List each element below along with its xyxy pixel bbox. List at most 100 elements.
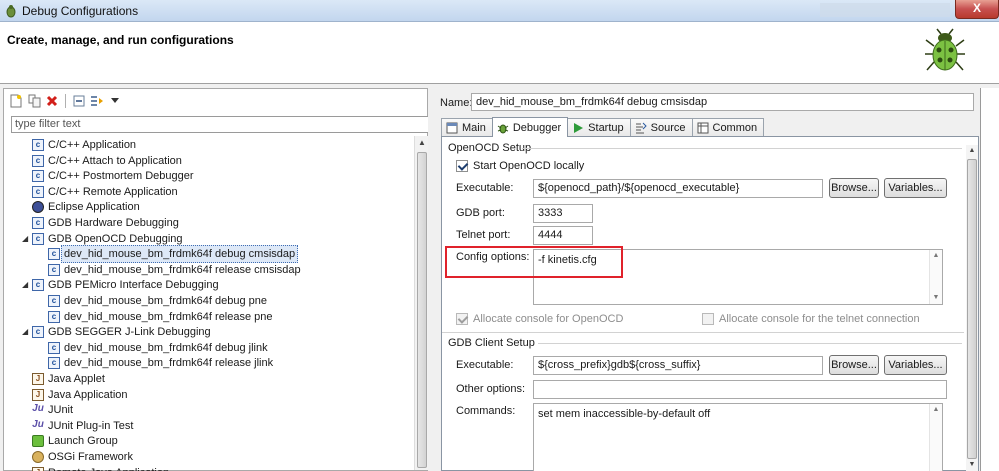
- expand-arrow-icon[interactable]: ◢: [22, 231, 32, 247]
- scroll-up-arrow-icon[interactable]: ▲: [930, 404, 942, 416]
- tab-main[interactable]: Main: [441, 118, 493, 137]
- gdb-port-field[interactable]: 3333: [533, 204, 593, 223]
- tab-common[interactable]: Common: [691, 118, 765, 137]
- commands-scrollbar[interactable]: ▲: [929, 404, 942, 471]
- page-title: Create, manage, and run configurations: [7, 33, 234, 47]
- tab-debugger[interactable]: Debugger: [491, 117, 569, 137]
- tree-item-type[interactable]: Ju JUnit Plug-in Test: [32, 418, 133, 434]
- start-openocd-checkbox[interactable]: [456, 160, 468, 172]
- launch-configuration-tree: c C/C++ Application c C/C++ Attach to Appli…: [4, 136, 414, 471]
- tab-label: Startup: [588, 122, 624, 134]
- delete-icon[interactable]: [44, 93, 60, 109]
- java-icon: J: [32, 388, 44, 401]
- section-separator: [442, 332, 964, 333]
- tab-source[interactable]: Source: [629, 118, 693, 137]
- name-label: Name:: [440, 97, 473, 109]
- allocate-telnet-checkbox[interactable]: [702, 313, 714, 325]
- c-app-icon: c: [32, 279, 44, 292]
- config-tabs: Main Debugger Startup Source Common: [441, 117, 765, 137]
- tree-item-config[interactable]: c dev_hid_mouse_bm_frdmk64f debug pne: [48, 293, 267, 309]
- tree-item-type[interactable]: c C/C++ Application: [32, 137, 136, 153]
- tree-item-config[interactable]: c dev_hid_mouse_bm_frdmk64f debug jlink: [48, 340, 268, 356]
- tab-label: Source: [650, 122, 686, 134]
- tree-item-type[interactable]: ◢ c GDB PEMicro Interface Debugging: [22, 277, 219, 293]
- allocate-console-checkbox[interactable]: [456, 313, 468, 325]
- filter-icon[interactable]: [89, 93, 105, 109]
- scroll-up-arrow-icon[interactable]: ▲: [415, 136, 429, 150]
- tree-item-type[interactable]: Eclipse Application: [32, 199, 140, 215]
- scroll-down-arrow-icon[interactable]: ▼: [930, 292, 942, 304]
- allocate-console-label: Allocate console for OpenOCD: [473, 313, 624, 325]
- commands-text: set mem inaccessible-by-default off: [538, 408, 711, 420]
- c-app-icon: c: [32, 139, 44, 151]
- collapse-all-icon[interactable]: [71, 93, 87, 109]
- start-openocd-label: Start OpenOCD locally: [473, 160, 585, 172]
- debug-app-icon: [6, 5, 16, 18]
- scroll-up-arrow-icon[interactable]: ▲: [966, 145, 978, 157]
- filter-input[interactable]: type filter text: [11, 116, 429, 133]
- c-app-icon: c: [32, 154, 44, 167]
- expand-arrow-icon[interactable]: ◢: [22, 324, 32, 340]
- tree-item-label: Remote Java Application: [48, 465, 169, 471]
- c-app-icon: c: [32, 326, 44, 339]
- tree-item-label: dev_hid_mouse_bm_frdmk64f release cmsisd…: [64, 263, 301, 276]
- group-separator: [538, 343, 962, 344]
- tree-item-label: GDB PEMicro Interface Debugging: [48, 279, 219, 292]
- scroll-up-arrow-icon[interactable]: ▲: [930, 250, 942, 262]
- tab-startup[interactable]: Startup: [567, 118, 631, 137]
- tab-label: Debugger: [512, 121, 562, 134]
- tree-item-type[interactable]: c C/C++ Postmortem Debugger: [32, 168, 194, 184]
- tree-item-config[interactable]: c dev_hid_mouse_bm_frdmk64f release jlink: [48, 355, 273, 371]
- tree-item-type[interactable]: J Java Applet: [32, 371, 105, 387]
- openocd-executable-field[interactable]: ${openocd_path}/${openocd_executable}: [533, 179, 823, 198]
- tree-item-config[interactable]: c dev_hid_mouse_bm_frdmk64f release cmsis…: [48, 262, 301, 278]
- openocd-browse-button[interactable]: Browse...: [829, 178, 879, 198]
- tree-item-label: C/C++ Postmortem Debugger: [48, 170, 194, 183]
- gdb-executable-field[interactable]: ${cross_prefix}gdb${cross_suffix}: [533, 356, 823, 375]
- telnet-port-field[interactable]: 4444: [533, 226, 593, 245]
- c-app-icon: c: [32, 170, 44, 183]
- main-tab-icon: [446, 122, 458, 134]
- tree-item-type[interactable]: J Java Application: [32, 387, 128, 403]
- tree-scrollbar[interactable]: ▲: [414, 136, 428, 470]
- new-config-icon[interactable]: [8, 93, 24, 109]
- other-options-field[interactable]: [533, 380, 947, 399]
- duplicate-icon[interactable]: [26, 93, 42, 109]
- scroll-thumb[interactable]: [417, 152, 427, 468]
- tree-item-type[interactable]: ◢ c GDB SEGGER J-Link Debugging: [22, 324, 211, 340]
- scroll-down-arrow-icon[interactable]: ▼: [966, 459, 978, 471]
- tree-item-type[interactable]: OSGi Framework: [32, 449, 133, 465]
- dropdown-arrow-icon[interactable]: [107, 93, 123, 109]
- config-name-field[interactable]: dev_hid_mouse_bm_frdmk64f debug cmsisdap: [471, 93, 974, 111]
- tree-item-type[interactable]: c C/C++ Attach to Application: [32, 153, 182, 169]
- tree-item-type[interactable]: c C/C++ Remote Application: [32, 184, 178, 200]
- c-app-icon: c: [48, 248, 60, 261]
- c-app-icon: c: [48, 263, 60, 276]
- tab-label: Common: [712, 122, 758, 134]
- c-app-icon: c: [48, 310, 60, 323]
- commands-field[interactable]: set mem inaccessible-by-default off ▲: [533, 403, 943, 471]
- openocd-variables-button[interactable]: Variables...: [884, 178, 947, 198]
- config-options-scrollbar[interactable]: ▲ ▼: [929, 250, 942, 304]
- c-app-icon: c: [32, 217, 44, 229]
- tree-item-type[interactable]: c GDB Hardware Debugging: [32, 215, 179, 231]
- tree-item-label: C/C++ Attach to Application: [48, 154, 182, 167]
- tree-item-label: C/C++ Remote Application: [48, 185, 178, 198]
- scroll-thumb[interactable]: [967, 159, 977, 459]
- java-icon: J: [32, 466, 44, 471]
- debugger-tab-content: OpenOCD Setup Start OpenOCD locally Exec…: [441, 136, 979, 471]
- tree-item-config[interactable]: c dev_hid_mouse_bm_frdmk64f debug cmsisda…: [48, 245, 299, 264]
- junit-icon: Ju: [32, 418, 44, 430]
- expand-arrow-icon[interactable]: ◢: [22, 277, 32, 293]
- window-close-button[interactable]: X: [955, 0, 999, 19]
- tree-item-config[interactable]: c dev_hid_mouse_bm_frdmk64f release pne: [48, 309, 273, 325]
- tree-item-type[interactable]: Ju JUnit: [32, 402, 73, 418]
- tree-item-type[interactable]: Launch Group: [32, 433, 118, 449]
- gdb-browse-button[interactable]: Browse...: [829, 355, 879, 375]
- gdb-variables-button[interactable]: Variables...: [884, 355, 947, 375]
- annotation-highlight-box: [445, 246, 623, 278]
- tree-item-type[interactable]: ◢ c GDB OpenOCD Debugging: [22, 231, 183, 247]
- tree-item-type[interactable]: J Remote Java Application: [32, 465, 169, 471]
- debugger-tab-scrollbar[interactable]: ▲ ▼: [966, 145, 978, 471]
- debug-bug-icon: [925, 28, 965, 71]
